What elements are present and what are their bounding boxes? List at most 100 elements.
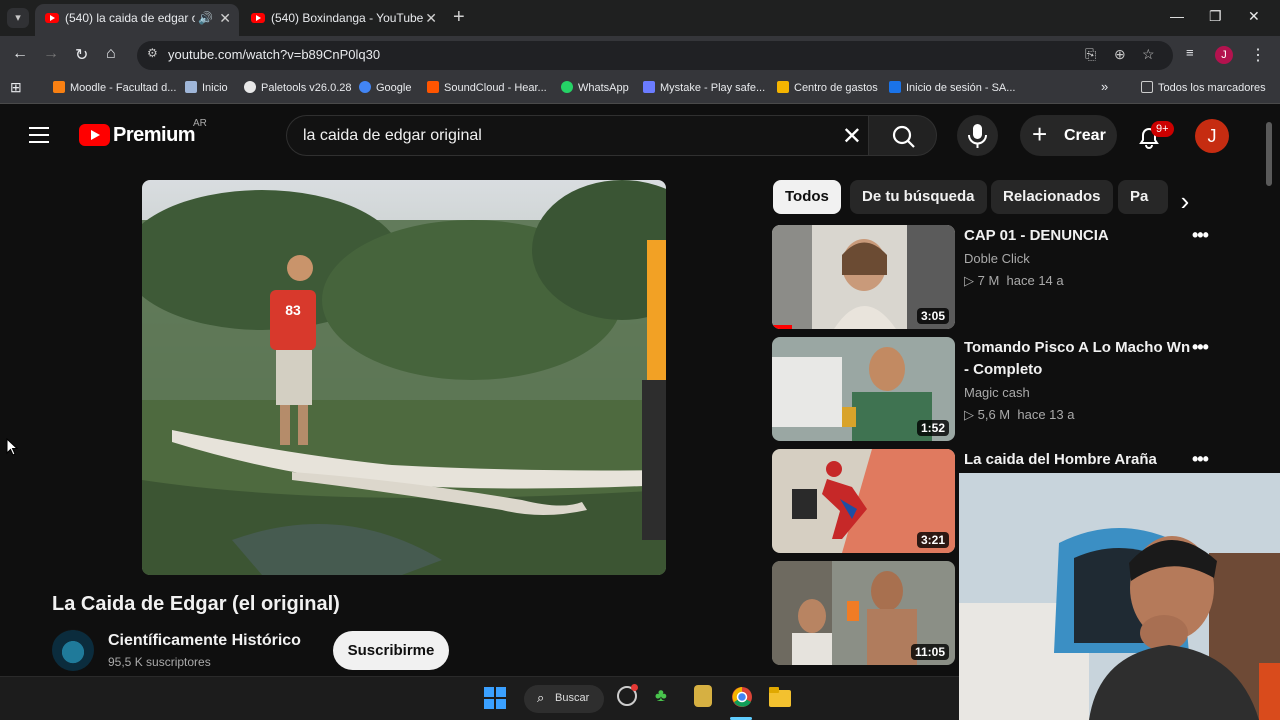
related-video-channel[interactable]: Magic cash bbox=[964, 385, 1030, 400]
site-info-icon[interactable]: ⚙ bbox=[147, 46, 158, 60]
more-options-icon[interactable]: ••• bbox=[1192, 337, 1209, 358]
notification-count-badge: 9+ bbox=[1151, 121, 1174, 137]
voice-search-button[interactable] bbox=[957, 115, 998, 156]
chip-relacionados[interactable]: Relacionados bbox=[991, 180, 1113, 214]
search-icon: ⌕ bbox=[537, 690, 545, 705]
related-video-channel[interactable]: Doble Click bbox=[964, 251, 1030, 266]
video-player[interactable]: 83 bbox=[142, 180, 666, 575]
chevron-right-icon[interactable]: › bbox=[1168, 184, 1202, 218]
google-icon bbox=[359, 81, 371, 93]
close-tab-icon[interactable]: ✕ bbox=[425, 4, 437, 32]
video-frame: 83 bbox=[142, 180, 666, 575]
forward-arrow-icon[interactable]: → bbox=[43, 45, 59, 63]
more-bookmarks-chevron-icon[interactable]: » bbox=[1101, 79, 1108, 94]
close-tab-icon[interactable]: ✕ bbox=[219, 4, 231, 32]
recording-indicator-icon bbox=[631, 684, 638, 691]
play-icon: ▷ bbox=[964, 273, 978, 288]
video-thumbnail[interactable]: 3:05 bbox=[772, 225, 955, 329]
speaker-icon[interactable]: 🔊 bbox=[198, 4, 213, 32]
whatsapp-icon bbox=[561, 81, 573, 93]
moodle-icon bbox=[53, 81, 65, 93]
soundcloud-icon bbox=[427, 81, 439, 93]
zoom-icon[interactable]: ⊕ bbox=[1114, 46, 1126, 63]
related-video-card[interactable]: 1:52 Tomando Pisco A Lo Macho Wn - Compl… bbox=[772, 337, 1212, 441]
account-avatar[interactable]: J bbox=[1195, 119, 1229, 153]
create-button[interactable]: + Crear bbox=[1020, 115, 1117, 156]
video-duration: 3:21 bbox=[916, 532, 949, 548]
windows-taskbar: ⌕ Buscar ♣ bbox=[0, 676, 959, 720]
bookmark-item[interactable]: SoundCloud - Hear... bbox=[427, 81, 547, 94]
file-explorer-icon[interactable] bbox=[769, 687, 791, 707]
minimize-button[interactable]: — bbox=[1170, 8, 1184, 24]
chrome-icon[interactable] bbox=[731, 686, 753, 708]
clear-search-icon[interactable]: ✕ bbox=[842, 122, 862, 151]
bookmark-item[interactable]: Moodle - Facultad d... bbox=[53, 81, 176, 94]
search-button[interactable] bbox=[868, 115, 937, 156]
hamburger-menu-icon[interactable] bbox=[29, 127, 49, 143]
globe-icon bbox=[244, 81, 256, 93]
back-arrow-icon[interactable]: ← bbox=[12, 45, 28, 63]
bookmark-star-icon[interactable]: ☆ bbox=[1142, 46, 1155, 63]
webcam-image bbox=[959, 473, 1280, 720]
bookmark-item[interactable]: WhatsApp bbox=[561, 81, 629, 94]
league-icon[interactable] bbox=[694, 685, 712, 707]
play-icon: ▷ bbox=[964, 407, 978, 422]
video-thumbnail[interactable]: 3:21 bbox=[772, 449, 955, 553]
address-bar[interactable]: ⚙ youtube.com/watch?v=b89CnP0lq30 ⎘ ⊕ ☆ bbox=[137, 41, 1173, 70]
bookmark-item[interactable]: Google bbox=[359, 81, 411, 94]
logo-text: Premium bbox=[113, 124, 196, 146]
more-options-icon[interactable]: ••• bbox=[1192, 225, 1209, 246]
tab-search-button[interactable]: ▾ bbox=[7, 8, 29, 28]
folder-icon bbox=[1141, 81, 1153, 93]
maximize-button[interactable]: ❐ bbox=[1209, 8, 1222, 25]
youtube-favicon-icon bbox=[251, 13, 265, 23]
media-control-icon[interactable]: ≡ bbox=[1186, 45, 1194, 60]
browser-menu-icon[interactable]: ⋮ bbox=[1250, 45, 1266, 65]
youtube-logo-icon[interactable] bbox=[79, 124, 110, 146]
reload-icon[interactable]: ↻ bbox=[75, 45, 88, 65]
related-video-meta: ▷ 5,6 M hace 13 a bbox=[964, 407, 1075, 422]
windows-start-icon[interactable] bbox=[484, 687, 506, 709]
video-thumbnail[interactable]: 1:52 bbox=[772, 337, 955, 441]
plus-icon: + bbox=[1032, 119, 1048, 149]
close-window-button[interactable]: ✕ bbox=[1248, 8, 1260, 25]
search-input[interactable]: la caida de edgar original ✕ bbox=[286, 115, 868, 156]
related-video-title[interactable]: La caida del Hombre Araña bbox=[964, 449, 1196, 471]
channel-avatar[interactable] bbox=[52, 629, 94, 671]
browser-tab-strip: ▾ (540) la caida de edgar orig 🔊 ✕ (540)… bbox=[0, 0, 1280, 36]
profile-avatar[interactable]: J bbox=[1215, 46, 1233, 64]
bookmark-item[interactable]: Mystake - Play safe... bbox=[643, 81, 765, 94]
subscribe-button[interactable]: Suscribirme bbox=[333, 631, 449, 670]
bookmark-item[interactable]: Inicio de sesión - SA... bbox=[889, 81, 1015, 94]
youtube-favicon-icon bbox=[45, 13, 59, 23]
home-icon[interactable]: ⌂ bbox=[106, 45, 116, 63]
video-title: La Caida de Edgar (el original) bbox=[52, 593, 340, 615]
tab-active[interactable]: (540) la caida de edgar orig 🔊 ✕ bbox=[35, 4, 239, 36]
taskbar-search-box[interactable]: ⌕ Buscar bbox=[524, 685, 604, 713]
video-thumbnail[interactable]: 11:05 bbox=[772, 561, 955, 665]
app-plant-icon[interactable]: ♣ bbox=[655, 685, 667, 706]
webcam-overlay bbox=[959, 473, 1280, 720]
related-video-card[interactable]: 3:05 CAP 01 - DENUNCIA Doble Click ▷ 7 M… bbox=[772, 225, 1212, 329]
channel-name[interactable]: Científicamente Histórico bbox=[108, 632, 301, 650]
expense-icon bbox=[777, 81, 789, 93]
chip-de-tu-busqueda[interactable]: De tu búsqueda bbox=[850, 180, 987, 214]
new-tab-button[interactable]: + bbox=[453, 6, 465, 29]
chip-partial[interactable]: Pa bbox=[1118, 180, 1168, 214]
related-video-title[interactable]: Tomando Pisco A Lo Macho Wn - Completo bbox=[964, 337, 1196, 381]
more-options-icon[interactable]: ••• bbox=[1192, 449, 1209, 470]
all-bookmarks[interactable]: Todos los marcadores bbox=[1141, 81, 1266, 94]
mouse-cursor-icon bbox=[6, 438, 18, 456]
tab-inactive[interactable]: (540) Boxindanga - YouTube ✕ bbox=[241, 4, 445, 36]
install-icon[interactable]: ⎘ bbox=[1085, 46, 1096, 63]
related-video-title[interactable]: CAP 01 - DENUNCIA bbox=[964, 225, 1196, 247]
page-scrollbar[interactable] bbox=[1266, 122, 1272, 186]
bookmark-item[interactable]: Paletools v26.0.28 bbox=[244, 81, 352, 94]
apps-grid-icon[interactable]: ⊞ bbox=[10, 79, 22, 96]
search-query: la caida de edgar original bbox=[303, 127, 482, 144]
bookmark-item[interactable]: Inicio bbox=[185, 81, 228, 94]
sap-icon bbox=[889, 81, 901, 93]
browser-toolbar: ← → ↻ ⌂ ⚙ youtube.com/watch?v=b89CnP0lq3… bbox=[0, 36, 1280, 74]
bookmark-item[interactable]: Centro de gastos bbox=[777, 81, 878, 94]
chip-todos[interactable]: Todos bbox=[773, 180, 841, 214]
